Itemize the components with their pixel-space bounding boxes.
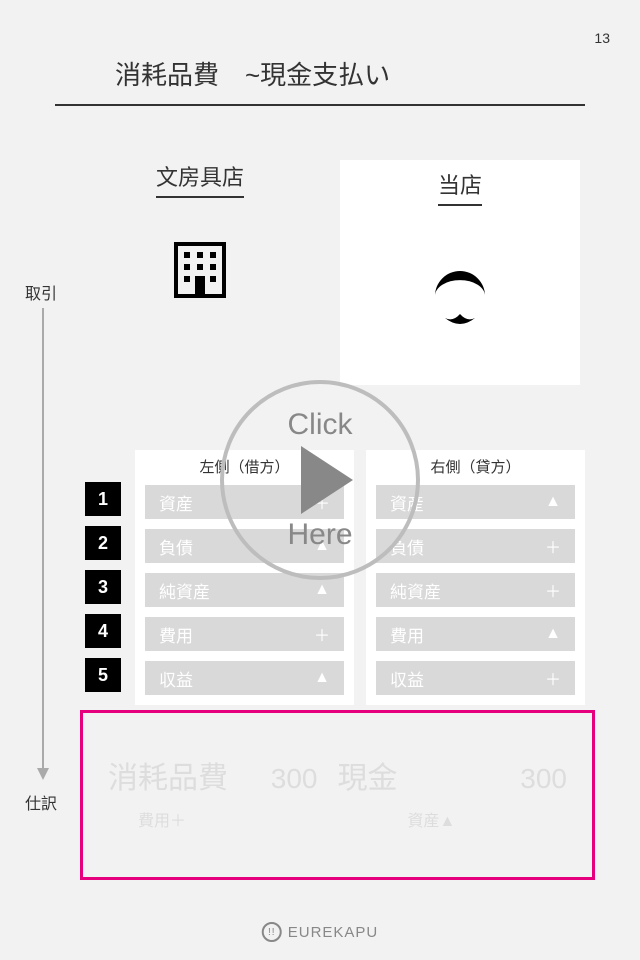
- category-symbol: ＋: [545, 534, 561, 558]
- row-number: 2: [85, 526, 121, 560]
- category-label: 純資産: [390, 578, 441, 603]
- journal-debit: 消耗品費 300: [108, 753, 338, 797]
- category-symbol: ＋: [314, 622, 330, 646]
- journal-credit: 現金 300: [338, 753, 568, 797]
- section-label-transaction: 取引: [25, 280, 57, 304]
- category-label: 資産: [159, 490, 193, 515]
- row-number: 1: [85, 482, 121, 516]
- entities-row: 文房具店 当店: [100, 160, 580, 385]
- section-label-journal: 仕訳: [25, 790, 57, 814]
- category-label: 収益: [159, 666, 193, 691]
- footer-logo: !! EUREKAPU: [262, 922, 379, 942]
- entity-our-store: 当店: [340, 160, 580, 385]
- play-icon: [301, 446, 353, 514]
- category-symbol: ＋: [545, 578, 561, 602]
- category-label: 純資産: [159, 578, 210, 603]
- page-number: 13: [594, 30, 610, 46]
- category-row: 収益 ＋: [376, 661, 575, 695]
- journal-debit-label: 消耗品費: [108, 753, 228, 797]
- journal-sub-row: 費用＋ 資産▲: [108, 797, 567, 831]
- category-row: 費用 ▲: [376, 617, 575, 651]
- category-row: 収益 ▲: [145, 661, 344, 695]
- journal-credit-sub: 資産▲: [338, 807, 568, 831]
- category-row: 費用 ＋: [145, 617, 344, 651]
- logo-mark-icon: !!: [262, 922, 282, 942]
- journal-debit-amount: 300: [271, 763, 338, 795]
- play-click-text: Click: [288, 408, 353, 442]
- title-bar: 消耗品費 ~現金支払い: [55, 55, 585, 106]
- category-symbol: ▲: [545, 493, 561, 511]
- category-symbol: ▲: [314, 669, 330, 687]
- row-number: 5: [85, 658, 121, 692]
- journal-credit-amount: 300: [520, 763, 567, 795]
- entity-label: 当店: [438, 168, 482, 206]
- building-icon: [168, 238, 232, 302]
- play-button[interactable]: Click Here: [220, 380, 420, 580]
- journal-debit-sub: 費用＋: [108, 807, 338, 831]
- person-icon: [423, 266, 497, 340]
- category-label: 収益: [390, 666, 424, 691]
- entity-label: 文房具店: [156, 160, 244, 198]
- row-number: 3: [85, 570, 121, 604]
- category-symbol: ▲: [545, 625, 561, 643]
- category-row: 純資産 ＋: [376, 573, 575, 607]
- entity-stationery-store: 文房具店: [100, 160, 300, 385]
- category-row: 負債＋: [376, 529, 575, 563]
- category-symbol: ＋: [545, 666, 561, 690]
- page-title: 消耗品費 ~現金支払い: [55, 55, 585, 92]
- journal-credit-label: 現金: [338, 753, 398, 797]
- footer-brand: EUREKAPU: [288, 924, 379, 941]
- journal-entry-box: 消耗品費 300 現金 300 費用＋ 資産▲: [80, 710, 595, 880]
- flow-arrow: [42, 308, 44, 770]
- category-symbol: ▲: [314, 581, 330, 599]
- play-here-text: Here: [287, 518, 352, 552]
- category-label: 負債: [159, 534, 193, 559]
- row-numbers: 1 2 3 4 5: [85, 482, 125, 705]
- row-number: 4: [85, 614, 121, 648]
- journal-row: 消耗品費 300 現金 300: [108, 753, 567, 797]
- category-label: 費用: [159, 622, 193, 647]
- category-label: 費用: [390, 622, 424, 647]
